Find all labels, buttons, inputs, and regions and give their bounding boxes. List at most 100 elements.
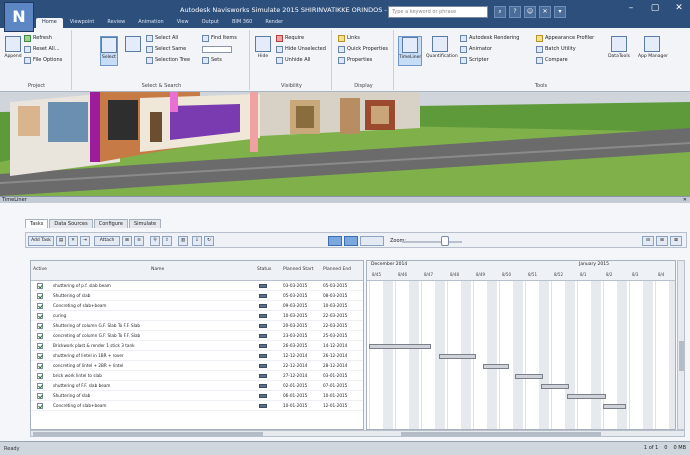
- gantt-bar[interactable]: [483, 364, 510, 369]
- quick-find-input[interactable]: [202, 45, 232, 53]
- active-checkbox[interactable]: [37, 293, 43, 299]
- subtab-tasks[interactable]: Tasks: [25, 219, 49, 228]
- application-menu-button[interactable]: N: [4, 2, 34, 32]
- tab-render[interactable]: Render: [259, 18, 289, 28]
- exchange-icon[interactable]: ✕: [539, 6, 551, 18]
- compare-button[interactable]: Compare: [536, 56, 568, 64]
- tab-bim-360[interactable]: BIM 360: [226, 18, 258, 28]
- selection-tree-button[interactable]: Selection Tree: [146, 56, 190, 64]
- gantt-bar[interactable]: [566, 394, 606, 399]
- insert-task-button[interactable]: ▤: [56, 236, 66, 246]
- view-left-icon[interactable]: ⊟: [642, 236, 654, 246]
- task-name[interactable]: concreting of lintel + 2BR + lintel: [53, 363, 253, 368]
- table-row[interactable]: curing 10-03-2015 22-03-2015: [31, 312, 363, 321]
- planned-start[interactable]: 12-12-2014: [283, 353, 321, 358]
- save-selection-button[interactable]: [124, 36, 142, 66]
- active-checkbox[interactable]: [37, 283, 43, 289]
- require-button[interactable]: Require: [276, 34, 304, 42]
- hide-unselected-button[interactable]: Hide Unselected: [276, 45, 326, 53]
- view-middle-icon[interactable]: ⊞: [656, 236, 668, 246]
- gantt-bar[interactable]: [369, 344, 432, 349]
- table-row[interactable]: Concreting of slab+beam 09-03-2015 10-03-2…: [31, 302, 363, 311]
- select-all-button[interactable]: Select All: [146, 34, 178, 42]
- planned-end[interactable]: 10-03-2015: [323, 303, 363, 308]
- vertical-scrollbar[interactable]: [677, 260, 685, 430]
- export-icon[interactable]: ⇪: [162, 236, 172, 246]
- planned-start[interactable]: 26-03-2015: [283, 343, 321, 348]
- planned-start[interactable]: 10-01-2015: [283, 403, 321, 408]
- active-checkbox[interactable]: [37, 373, 43, 379]
- tab-viewpoint[interactable]: Viewpoint: [64, 18, 101, 28]
- active-checkbox[interactable]: [37, 333, 43, 339]
- task-name[interactable]: Shuttering of slab: [53, 293, 253, 298]
- auto-attach-icon[interactable]: ⊞: [122, 236, 132, 246]
- planned-start[interactable]: 06-01-2015: [283, 393, 321, 398]
- task-name[interactable]: shuttering of lintel in 1BR + rover: [53, 353, 253, 358]
- active-checkbox[interactable]: [37, 363, 43, 369]
- tab-output[interactable]: Output: [196, 18, 225, 28]
- table-row[interactable]: Shuttering of column G.F. Slab To F.F. S…: [31, 322, 363, 331]
- help-dropdown-icon[interactable]: ▾: [554, 6, 566, 18]
- task-name[interactable]: Concreting of slab+beam: [53, 303, 253, 308]
- planned-end[interactable]: 26-12-2014: [323, 353, 363, 358]
- gantt-bar[interactable]: [603, 404, 627, 409]
- table-row[interactable]: Shuttering of slab 06-01-2015 10-01-2015: [31, 392, 363, 401]
- gantt-bar[interactable]: [540, 384, 570, 389]
- indent-button[interactable]: ⇥: [80, 236, 90, 246]
- table-row[interactable]: shuttering of F.F. slab beam 02-01-2015 07…: [31, 382, 363, 391]
- hide-button[interactable]: Hide: [254, 36, 272, 66]
- timeliner-button[interactable]: TimeLiner: [398, 36, 422, 66]
- table-row[interactable]: shuttering of lintel in 1BR + rover 12-12…: [31, 352, 363, 361]
- planned-start[interactable]: 23-03-2015: [283, 333, 321, 338]
- account-icon[interactable]: ☺: [524, 6, 536, 18]
- select-same-button[interactable]: Select Same: [146, 45, 186, 53]
- rules-icon[interactable]: ≡: [134, 236, 144, 246]
- sets-button[interactable]: Sets: [202, 56, 222, 64]
- column-name[interactable]: Name: [151, 267, 164, 272]
- subtab-configure[interactable]: Configure: [93, 219, 128, 228]
- planned-end[interactable]: 07-01-2015: [323, 383, 363, 388]
- refresh-button[interactable]: Refresh: [24, 34, 52, 42]
- task-name[interactable]: curing: [53, 313, 253, 318]
- active-checkbox[interactable]: [37, 393, 43, 399]
- tab-animation[interactable]: Animation: [132, 18, 170, 28]
- task-name[interactable]: Brickwork plast & render 1 stick 3 tank: [53, 343, 253, 348]
- quick-properties-button[interactable]: Quick Properties: [338, 45, 388, 53]
- active-checkbox[interactable]: [37, 383, 43, 389]
- planned-start[interactable]: 03-03-2015: [283, 283, 321, 288]
- planned-end[interactable]: 22-03-2015: [323, 323, 363, 328]
- gantt-compare-button[interactable]: [360, 236, 384, 246]
- column-status[interactable]: Status: [257, 267, 271, 272]
- app-manager-button[interactable]: App Manager: [638, 36, 668, 66]
- close-icon[interactable]: ✕: [672, 3, 686, 13]
- find-items-button[interactable]: Find Items: [202, 34, 237, 42]
- task-name[interactable]: shuttering of F.F. slab beam: [53, 383, 253, 388]
- subtab-simulate[interactable]: Simulate: [128, 219, 162, 228]
- planned-start[interactable]: 10-03-2015: [283, 313, 321, 318]
- planned-end[interactable]: 28-12-2014: [323, 363, 363, 368]
- gantt-planned-button[interactable]: [344, 236, 358, 246]
- table-row[interactable]: concreting of column G.F. Slab To F.F. S…: [31, 332, 363, 341]
- maximize-icon[interactable]: ▢: [648, 3, 662, 13]
- horizontal-scrollbar[interactable]: [30, 430, 685, 437]
- active-checkbox[interactable]: [37, 313, 43, 319]
- reset-all-button[interactable]: Reset All...: [24, 45, 60, 53]
- column-active[interactable]: Active: [33, 267, 47, 272]
- grid-scroll-thumb[interactable]: [33, 432, 263, 436]
- planned-start[interactable]: 22-12-2014: [283, 363, 321, 368]
- planned-end[interactable]: 22-03-2015: [323, 313, 363, 318]
- planned-end[interactable]: 10-01-2015: [323, 393, 363, 398]
- tab-view[interactable]: View: [171, 18, 195, 28]
- autodesk-rendering-button[interactable]: Autodesk Rendering: [460, 34, 519, 42]
- delete-task-button[interactable]: ✕: [68, 236, 78, 246]
- planned-end[interactable]: 14-12-2014: [323, 343, 363, 348]
- table-row[interactable]: Shuttering of slab 05-03-2015 08-03-2015: [31, 292, 363, 301]
- add-task-button[interactable]: Add Task: [28, 236, 54, 246]
- planned-start[interactable]: 02-01-2015: [283, 383, 321, 388]
- tab-home[interactable]: Home: [36, 18, 63, 28]
- active-checkbox[interactable]: [37, 303, 43, 309]
- task-name[interactable]: Shuttering of column G.F. Slab To F.F. S…: [53, 323, 253, 328]
- table-row[interactable]: concreting of lintel + 2BR + lintel 22-12…: [31, 362, 363, 371]
- task-name[interactable]: concreting of column G.F. Slab To F.F. S…: [53, 333, 253, 338]
- refresh-tasks-icon[interactable]: ↻: [204, 236, 214, 246]
